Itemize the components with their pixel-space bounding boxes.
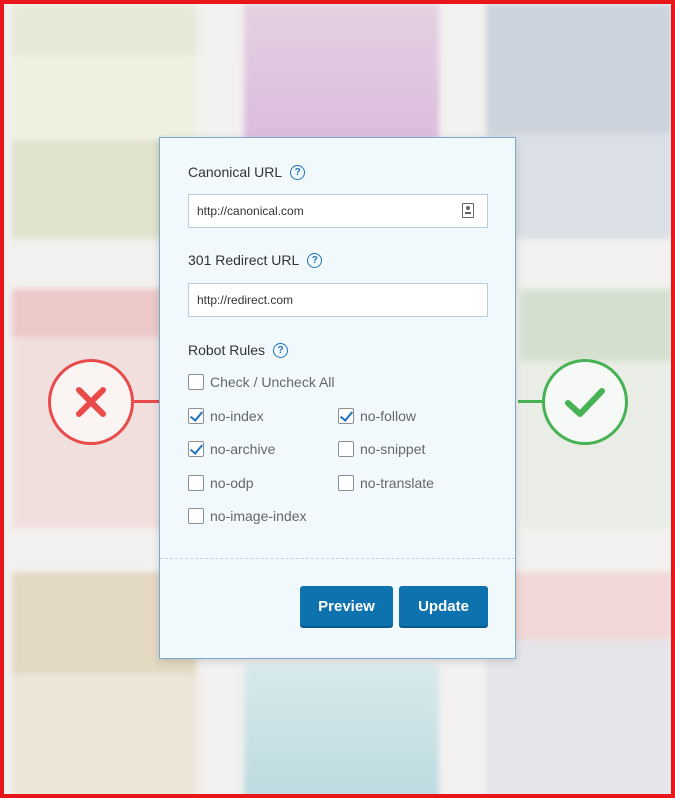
checkbox-box[interactable]: [188, 408, 204, 424]
no-odp-checkbox[interactable]: no-odp: [188, 475, 254, 491]
canonical-url-label: Canonical URL: [188, 164, 283, 180]
check-all-checkbox[interactable]: Check / Uncheck All: [188, 374, 335, 390]
divider: [160, 558, 515, 559]
question-circle-icon[interactable]: ?: [290, 164, 306, 180]
connector-line-right: [518, 400, 544, 403]
contact-card-icon[interactable]: [462, 203, 474, 218]
thumbnail: [244, 664, 439, 794]
no-follow-label: no-follow: [360, 408, 417, 424]
check-all-label: Check / Uncheck All: [210, 374, 335, 390]
no-image-index-label: no-image-index: [210, 508, 307, 524]
no-image-index-checkbox[interactable]: no-image-index: [188, 508, 307, 524]
checkbox-box[interactable]: [338, 475, 354, 491]
no-index-label: no-index: [210, 408, 264, 424]
no-archive-label: no-archive: [210, 441, 276, 457]
update-button[interactable]: Update: [399, 586, 488, 626]
redirect-url-label: 301 Redirect URL: [188, 252, 300, 268]
no-snippet-checkbox[interactable]: no-snippet: [338, 441, 425, 457]
canonical-url-input[interactable]: [188, 194, 488, 228]
robot-rules-label-row: Robot Rules ?: [188, 342, 289, 358]
no-translate-label: no-translate: [360, 475, 434, 491]
preview-button[interactable]: Preview: [300, 586, 393, 626]
no-snippet-label: no-snippet: [360, 441, 426, 457]
no-follow-checkbox[interactable]: no-follow: [338, 408, 416, 424]
x-icon: [76, 387, 106, 417]
question-circle-icon[interactable]: ?: [273, 342, 289, 358]
success-badge: [542, 359, 628, 445]
no-translate-checkbox[interactable]: no-translate: [338, 475, 434, 491]
question-circle-icon[interactable]: ?: [307, 252, 323, 268]
seo-settings-panel: Canonical URL ? 301 Redirect URL ? Robot…: [159, 137, 516, 659]
robot-rules-label: Robot Rules: [188, 342, 266, 358]
canonical-url-label-row: Canonical URL ?: [188, 164, 306, 180]
no-archive-checkbox[interactable]: no-archive: [188, 441, 275, 457]
checkbox-box[interactable]: [188, 508, 204, 524]
no-odp-label: no-odp: [210, 475, 254, 491]
checkbox-box[interactable]: [188, 475, 204, 491]
checkbox-box[interactable]: [338, 408, 354, 424]
redirect-url-input[interactable]: [188, 283, 488, 317]
checkmark-icon: [565, 388, 605, 417]
fail-badge: [48, 359, 134, 445]
thumbnail: [244, 4, 439, 139]
checkbox-box[interactable]: [188, 441, 204, 457]
redirect-url-label-row: 301 Redirect URL ?: [188, 252, 323, 268]
no-index-checkbox[interactable]: no-index: [188, 408, 264, 424]
checkbox-box[interactable]: [338, 441, 354, 457]
checkbox-box[interactable]: [188, 374, 204, 390]
